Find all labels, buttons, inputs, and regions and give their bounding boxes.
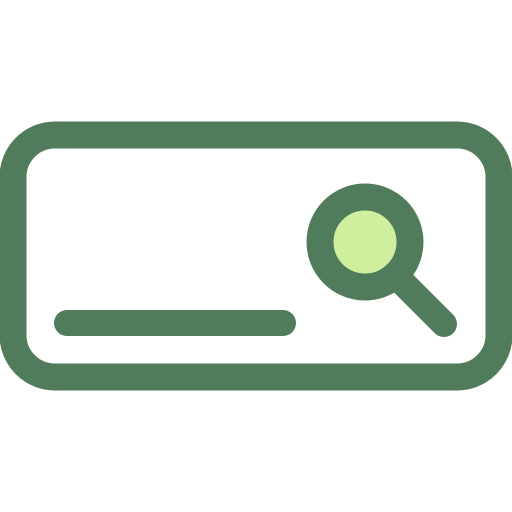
search-field-frame-icon xyxy=(0,121,512,391)
magnifier-lens xyxy=(306,183,424,301)
search-field-illustration xyxy=(0,0,512,512)
search-field-icon xyxy=(0,121,512,391)
